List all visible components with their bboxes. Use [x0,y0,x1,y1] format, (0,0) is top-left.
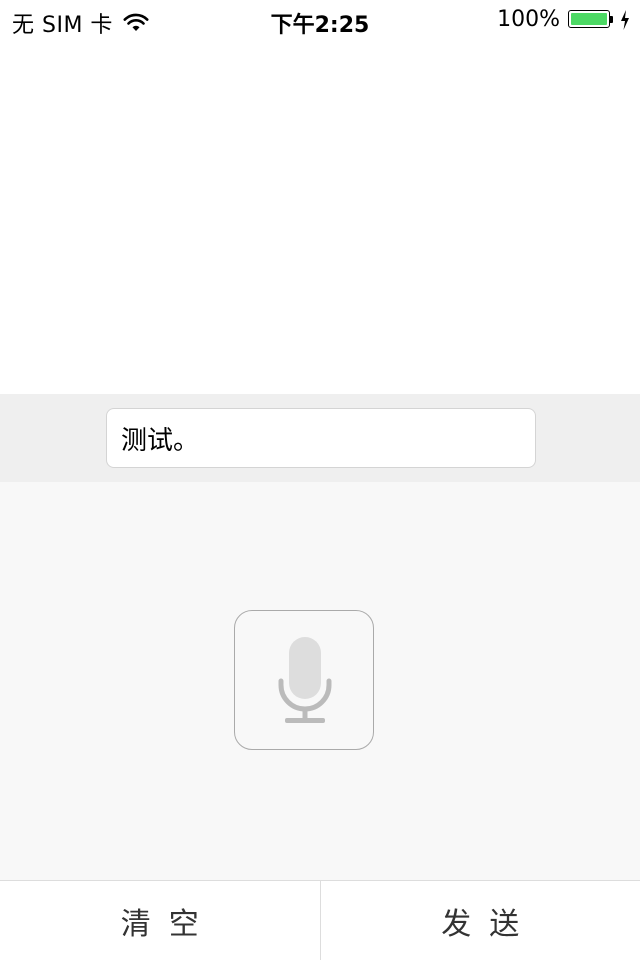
bottom-toolbar: 清空 发送 [0,880,640,960]
status-bar: 无 SIM 卡 下午2:25 100% [0,0,640,40]
battery-icon [568,9,614,30]
clear-button-label: 清空 [120,906,217,942]
charging-bolt-icon [621,9,629,30]
send-button-label: 发送 [441,906,538,942]
voice-area [0,482,640,880]
status-right: 100% [497,7,630,32]
battery-percent: 100% [497,7,560,32]
battery-level-fill [571,12,607,25]
voice-record-button[interactable] [234,610,374,750]
message-input[interactable] [106,408,536,468]
clear-button[interactable]: 清空 [0,881,320,960]
screen: 无 SIM 卡 下午2:25 100% 测试。 清空 发送 [0,0,640,960]
microphone-icon [278,637,332,723]
input-band [0,394,640,482]
send-button[interactable]: 发送 [320,881,640,960]
